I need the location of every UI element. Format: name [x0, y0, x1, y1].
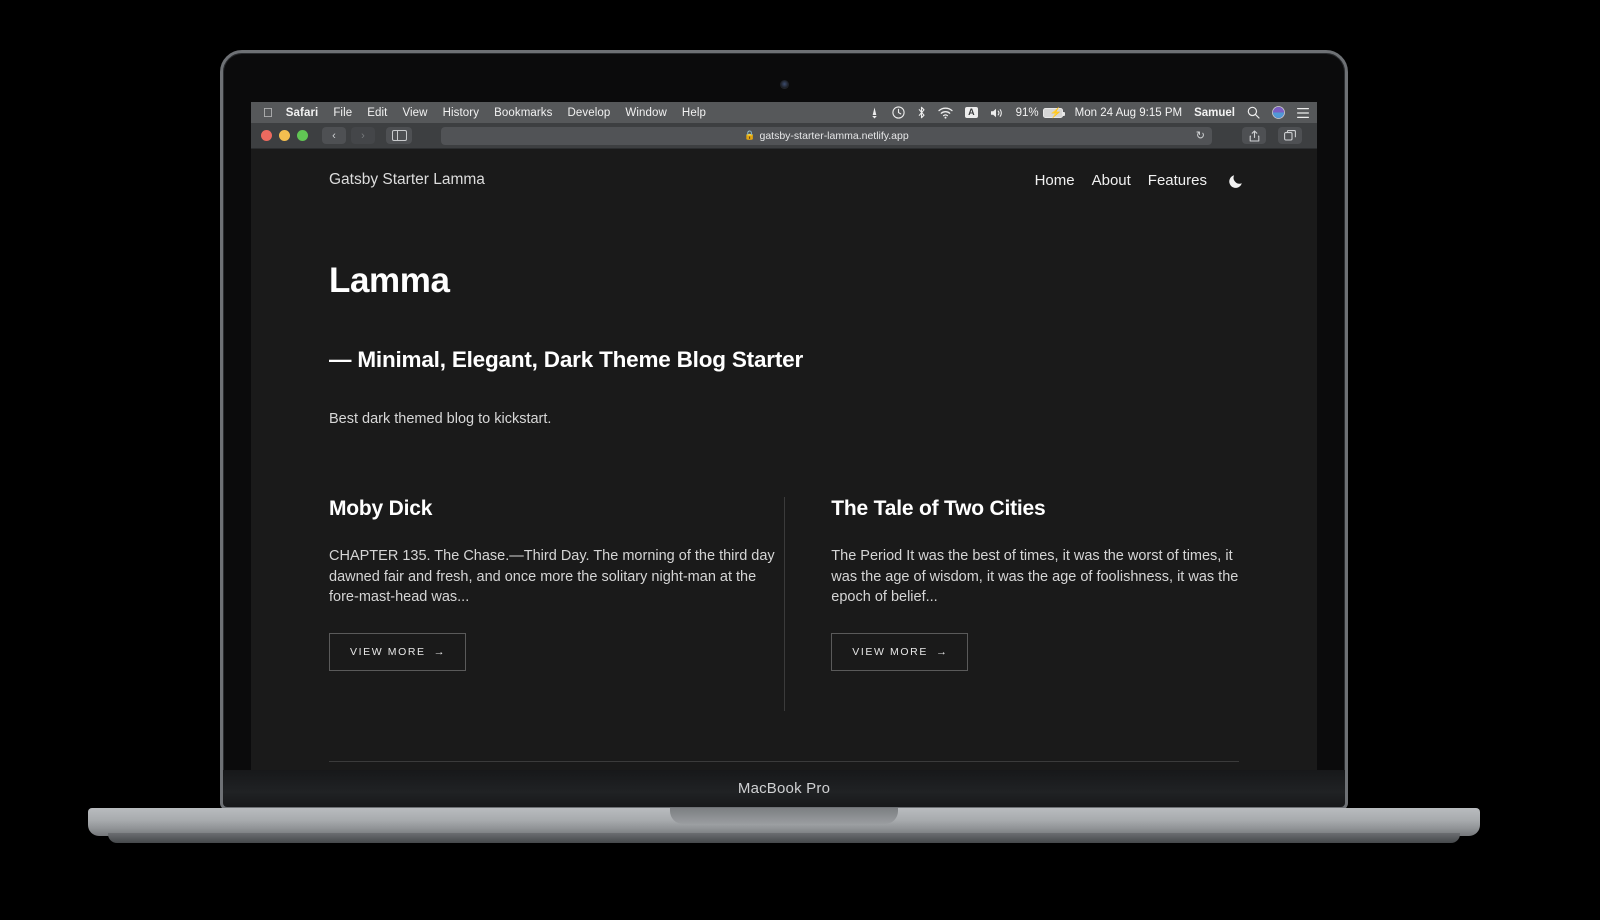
forward-chevron-icon: › — [361, 129, 365, 142]
safari-toolbar: ‹ › 🔒 gatsby-starter-lamma.netlify.app ↻ — [251, 123, 1317, 149]
menu-item-window[interactable]: Window — [625, 107, 667, 119]
back-chevron-icon: ‹ — [332, 129, 336, 142]
battery-icon[interactable]: ⚡ — [1042, 107, 1065, 119]
forward-button[interactable]: › — [351, 127, 375, 144]
input-source-indicator[interactable]: A — [965, 107, 978, 118]
post-card-tale-of-two-cities: The Tale of Two Cities The Period It was… — [804, 497, 1253, 671]
siri-icon[interactable] — [1272, 106, 1285, 119]
view-more-button[interactable]: VIEW MORE → — [329, 632, 466, 671]
hero-subheading: — Minimal, Elegant, Dark Theme Blog Star… — [329, 347, 804, 372]
share-icon — [1249, 129, 1259, 142]
post-title[interactable]: The Tale of Two Cities — [831, 497, 1253, 521]
minimize-window-button[interactable] — [279, 130, 290, 141]
time-machine-icon[interactable] — [892, 106, 905, 119]
macbook-model-label: MacBook Pro — [737, 780, 831, 797]
webpage-body: Gatsby Starter Lamma Home About Features… — [251, 149, 1317, 770]
sidebar-icon — [391, 130, 407, 141]
back-button[interactable]: ‹ — [322, 127, 346, 144]
reload-icon[interactable]: ↻ — [1196, 129, 1205, 142]
post-title[interactable]: Moby Dick — [329, 497, 777, 521]
view-more-label: VIEW MORE — [350, 645, 426, 658]
share-button[interactable] — [1242, 127, 1266, 144]
macbook-base — [88, 808, 1480, 836]
view-more-label: VIEW MORE — [852, 645, 928, 658]
input-source-label: A — [965, 107, 978, 118]
menubar-user[interactable]: Samuel — [1194, 107, 1235, 119]
nav-link-home[interactable]: Home — [1035, 172, 1075, 189]
wifi-icon[interactable] — [938, 107, 953, 119]
arrow-right-icon: → — [935, 645, 947, 658]
sidebar-toggle-button[interactable] — [386, 127, 412, 144]
post-excerpt: CHAPTER 135. The Chase.—Third Day. The m… — [329, 548, 775, 606]
charging-bolt-icon: ⚡ — [1049, 107, 1063, 119]
screen-sharing-icon[interactable] — [869, 107, 880, 119]
menu-item-develop[interactable]: Develop — [568, 107, 611, 119]
tab-overview-button[interactable] — [1278, 127, 1302, 144]
menu-item-bookmarks[interactable]: Bookmarks — [494, 107, 552, 119]
address-bar[interactable]: 🔒 gatsby-starter-lamma.netlify.app ↻ — [441, 126, 1212, 145]
site-title[interactable]: Gatsby Starter Lamma — [329, 171, 485, 189]
apple-menu-icon[interactable]:  — [263, 106, 273, 119]
window-controls — [261, 130, 308, 141]
section-divider — [329, 761, 1239, 762]
menu-item-view[interactable]: View — [402, 107, 427, 119]
battery-percent[interactable]: 91% — [1016, 107, 1039, 119]
toolbar-right-actions — [1242, 127, 1307, 144]
menu-item-history[interactable]: History — [443, 107, 479, 119]
url-text: gatsby-starter-lamma.netlify.app — [759, 129, 909, 142]
bluetooth-icon[interactable] — [917, 106, 926, 119]
menu-item-edit[interactable]: Edit — [367, 107, 387, 119]
lock-icon: 🔒 — [744, 130, 756, 140]
macbook-chin: MacBook Pro — [220, 770, 1348, 810]
site-nav: Home About Features — [1035, 172, 1245, 189]
post-card-moby-dick: Moby Dick CHAPTER 135. The Chase.—Third … — [329, 497, 777, 671]
post-excerpt: The Period It was the best of times, it … — [831, 548, 1239, 606]
hero-description: Best dark themed blog to kickstart. — [329, 411, 552, 427]
hero-heading: Lamma — [329, 261, 450, 300]
menu-item-help[interactable]: Help — [682, 107, 706, 119]
macbook-base-edge — [108, 833, 1460, 843]
control-center-icon[interactable] — [1297, 107, 1309, 119]
zoom-window-button[interactable] — [297, 130, 308, 141]
moon-icon[interactable] — [1228, 172, 1245, 189]
screen-content:  Safari File Edit View History Bookmark… — [251, 102, 1317, 770]
arrow-right-icon: → — [433, 645, 445, 658]
nav-link-features[interactable]: Features — [1148, 172, 1207, 189]
post-list: Moby Dick CHAPTER 135. The Chase.—Third … — [251, 497, 1317, 711]
view-more-button[interactable]: VIEW MORE → — [831, 632, 968, 671]
screenshot-stage:  Safari File Edit View History Bookmark… — [0, 0, 1600, 920]
webcam-icon — [779, 80, 789, 89]
macos-menubar:  Safari File Edit View History Bookmark… — [251, 102, 1317, 123]
close-window-button[interactable] — [261, 130, 272, 141]
tab-overview-icon — [1284, 130, 1296, 141]
volume-icon[interactable] — [990, 107, 1004, 119]
hero-section: Lamma — Minimal, Elegant, Dark Theme Blo… — [251, 189, 1317, 427]
menu-item-safari[interactable]: Safari — [286, 107, 319, 119]
spotlight-search-icon[interactable] — [1247, 106, 1260, 119]
nav-link-about[interactable]: About — [1092, 172, 1131, 189]
site-header: Gatsby Starter Lamma Home About Features — [251, 149, 1317, 189]
menu-item-file[interactable]: File — [333, 107, 352, 119]
menubar-clock[interactable]: Mon 24 Aug 9:15 PM — [1075, 107, 1182, 119]
column-divider — [784, 497, 785, 711]
